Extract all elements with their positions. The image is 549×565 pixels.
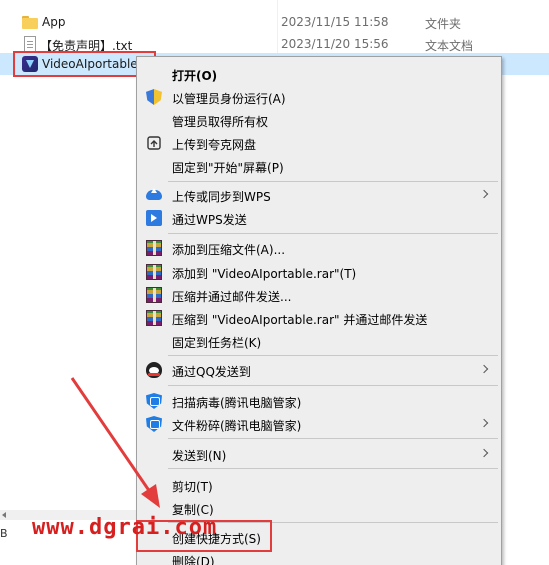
menu-separator bbox=[168, 233, 498, 234]
file-name: App bbox=[42, 15, 66, 29]
menu-item-compress-rar-email[interactable]: 压缩到 "VideoAIportable.rar" 并通过邮件发送 bbox=[139, 307, 499, 329]
file-date: 2023/11/15 11:58 bbox=[281, 15, 389, 29]
menu-item-delete[interactable]: 删除(D) bbox=[139, 549, 499, 565]
winrar-icon bbox=[146, 310, 162, 326]
menu-item-send-qq[interactable]: 通过QQ发送到 bbox=[139, 359, 499, 381]
tencent-shield-icon bbox=[146, 393, 162, 409]
menu-item-take-ownership[interactable]: 管理员取得所有权 bbox=[139, 109, 499, 131]
scroll-left-icon[interactable] bbox=[2, 512, 6, 518]
menu-item-send-to[interactable]: 发送到(N) bbox=[139, 443, 499, 465]
menu-label: 添加到压缩文件(A)... bbox=[172, 243, 286, 257]
uac-shield-icon bbox=[146, 89, 162, 105]
context-menu: 打开(O) 以管理员身份运行(A) 管理员取得所有权 上传到夸克网盘 固定到"开… bbox=[136, 56, 502, 565]
status-text: B bbox=[0, 527, 8, 540]
menu-separator bbox=[168, 385, 498, 386]
winrar-icon bbox=[146, 240, 162, 256]
menu-item-send-wps[interactable]: 通过WPS发送 bbox=[139, 207, 499, 229]
app-icon bbox=[22, 56, 38, 72]
file-type: 文件夹 bbox=[425, 17, 462, 31]
menu-label: 固定到"开始"屏幕(P) bbox=[172, 161, 284, 175]
send-arrow-icon bbox=[146, 210, 162, 226]
chevron-right-icon bbox=[479, 189, 489, 199]
menu-item-open[interactable]: 打开(O) bbox=[139, 63, 499, 85]
menu-label: 删除(D) bbox=[172, 555, 215, 565]
cloud-upload-icon bbox=[146, 188, 162, 200]
menu-item-run-as-admin[interactable]: 以管理员身份运行(A) bbox=[139, 86, 499, 108]
file-row-disclaimer[interactable]: 【免责声明】.txt 2023/11/20 15:56 文本文档 bbox=[0, 33, 549, 55]
menu-label: 压缩到 "VideoAIportable.rar" 并通过邮件发送 bbox=[172, 313, 428, 327]
menu-item-pin-start[interactable]: 固定到"开始"屏幕(P) bbox=[139, 155, 499, 177]
chevron-right-icon bbox=[479, 364, 489, 374]
menu-label: 扫描病毒(腾讯电脑管家) bbox=[172, 396, 302, 410]
menu-label: 管理员取得所有权 bbox=[172, 115, 269, 129]
file-name: 【免责声明】.txt bbox=[40, 39, 133, 53]
menu-separator bbox=[168, 438, 498, 439]
file-row-app[interactable]: App 2023/11/15 11:58 文件夹 bbox=[0, 11, 549, 33]
menu-item-upload-wps[interactable]: 上传或同步到WPS bbox=[139, 184, 499, 206]
menu-separator bbox=[168, 355, 498, 356]
menu-label: 压缩并通过邮件发送... bbox=[172, 290, 292, 304]
winrar-icon bbox=[146, 287, 162, 303]
folder-icon bbox=[22, 14, 38, 30]
menu-label: 上传到夸克网盘 bbox=[172, 138, 257, 152]
menu-separator bbox=[168, 522, 498, 523]
menu-item-compress-email[interactable]: 压缩并通过邮件发送... bbox=[139, 284, 499, 306]
menu-separator bbox=[168, 468, 498, 469]
menu-item-upload-quark[interactable]: 上传到夸克网盘 bbox=[139, 132, 499, 154]
chevron-right-icon bbox=[479, 448, 489, 458]
menu-label: 发送到(N) bbox=[172, 449, 227, 463]
menu-item-add-rar[interactable]: 添加到 "VideoAIportable.rar"(T) bbox=[139, 261, 499, 283]
menu-label: 文件粉碎(腾讯电脑管家) bbox=[172, 419, 302, 433]
menu-label: 通过WPS发送 bbox=[172, 213, 247, 227]
tencent-shield-icon bbox=[146, 416, 162, 432]
menu-label: 以管理员身份运行(A) bbox=[172, 92, 286, 106]
qq-penguin-icon bbox=[146, 362, 162, 378]
menu-separator bbox=[168, 181, 498, 182]
menu-label: 添加到 "VideoAIportable.rar"(T) bbox=[172, 267, 357, 281]
menu-label: 打开(O) bbox=[172, 69, 218, 83]
winrar-icon bbox=[146, 264, 162, 280]
menu-item-add-archive[interactable]: 添加到压缩文件(A)... bbox=[139, 237, 499, 259]
chevron-right-icon bbox=[479, 418, 489, 428]
file-type: 文本文档 bbox=[425, 39, 474, 53]
menu-item-scan-virus[interactable]: 扫描病毒(腾讯电脑管家) bbox=[139, 390, 499, 412]
menu-label: 剪切(T) bbox=[172, 480, 213, 494]
menu-item-shred-file[interactable]: 文件粉碎(腾讯电脑管家) bbox=[139, 413, 499, 435]
menu-item-pin-taskbar[interactable]: 固定到任务栏(K) bbox=[139, 330, 499, 352]
quark-cloud-icon bbox=[146, 135, 162, 151]
watermark: www.dgrai.com bbox=[32, 515, 218, 540]
text-file-icon bbox=[24, 36, 36, 52]
menu-item-cut[interactable]: 剪切(T) bbox=[139, 474, 499, 496]
menu-label: 上传或同步到WPS bbox=[172, 190, 271, 204]
menu-label: 固定到任务栏(K) bbox=[172, 336, 262, 350]
file-name: VideoAIportable bbox=[42, 57, 138, 71]
menu-label: 通过QQ发送到 bbox=[172, 365, 251, 379]
file-date: 2023/11/20 15:56 bbox=[281, 37, 389, 51]
